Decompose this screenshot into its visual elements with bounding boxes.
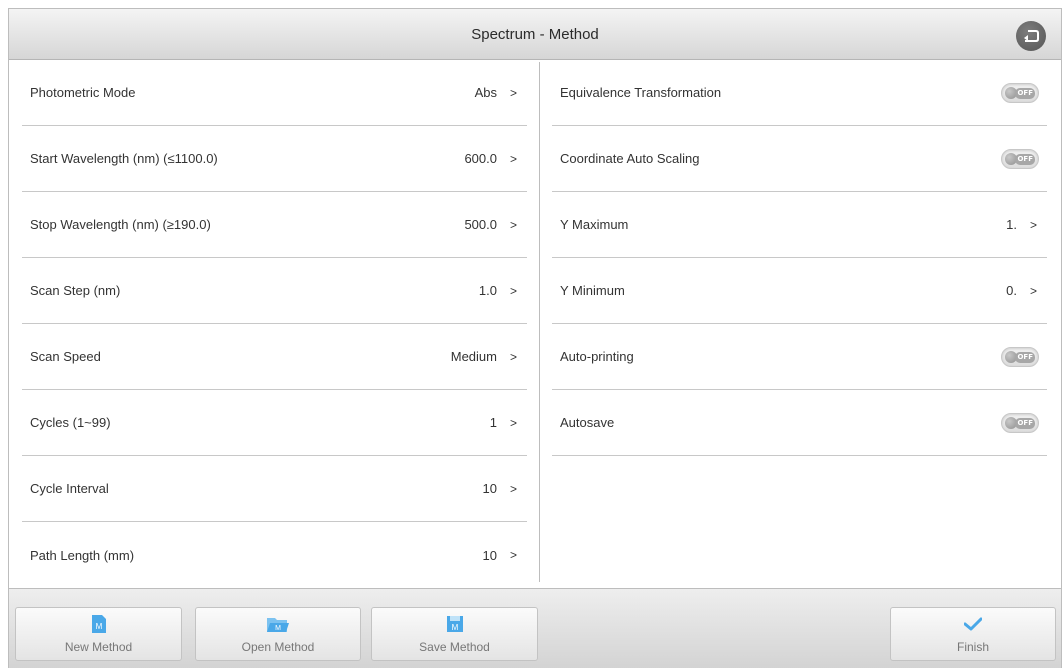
row-cycle-interval[interactable]: Cycle Interval 10 > bbox=[22, 456, 527, 522]
auto-printing-toggle[interactable]: OFF bbox=[1001, 346, 1039, 367]
row-label: Auto-printing bbox=[560, 349, 634, 364]
chevron-right-icon: > bbox=[509, 283, 517, 298]
row-label: Cycle Interval bbox=[30, 481, 109, 496]
row-label: Start Wavelength (nm) (≤1100.0) bbox=[30, 151, 218, 166]
finish-label: Finish bbox=[956, 640, 989, 654]
row-equivalence-transformation: Equivalence Transformation OFF bbox=[552, 60, 1047, 126]
row-value: 600.0 bbox=[464, 151, 497, 166]
chevron-right-icon: > bbox=[509, 217, 517, 232]
row-scan-step[interactable]: Scan Step (nm) 1.0 > bbox=[22, 258, 527, 324]
open-method-button[interactable]: M Open Method bbox=[195, 607, 361, 661]
checkmark-icon bbox=[964, 614, 982, 634]
autosave-toggle[interactable]: OFF bbox=[1001, 412, 1039, 433]
row-value: 1. bbox=[1006, 217, 1017, 232]
row-label: Cycles (1~99) bbox=[30, 415, 111, 430]
coordinate-auto-scaling-toggle[interactable]: OFF bbox=[1001, 148, 1039, 169]
row-label: Path Length (mm) bbox=[30, 547, 135, 563]
row-label: Photometric Mode bbox=[30, 85, 136, 100]
back-button[interactable] bbox=[1016, 21, 1046, 51]
row-y-maximum[interactable]: Y Maximum 1. > bbox=[552, 192, 1047, 258]
back-arrow-icon bbox=[1024, 30, 1039, 42]
row-autosave: Autosave OFF bbox=[552, 390, 1047, 456]
chevron-right-icon: > bbox=[1029, 283, 1037, 298]
row-value: 0. bbox=[1006, 283, 1017, 298]
save-method-label: Save Method bbox=[419, 640, 490, 654]
row-cycles[interactable]: Cycles (1~99) 1 > bbox=[22, 390, 527, 456]
left-settings-column: Photometric Mode Abs > Start Wavelength … bbox=[22, 60, 527, 588]
row-value: 500.0 bbox=[464, 217, 497, 232]
row-coordinate-auto-scaling: Coordinate Auto Scaling OFF bbox=[552, 126, 1047, 192]
chevron-right-icon: > bbox=[509, 85, 517, 100]
row-label: Equivalence Transformation bbox=[560, 85, 722, 100]
row-auto-printing: Auto-printing OFF bbox=[552, 324, 1047, 390]
method-window: Spectrum - Method Photometric Mode Abs >… bbox=[8, 8, 1062, 668]
equivalence-transformation-toggle[interactable]: OFF bbox=[1001, 82, 1039, 103]
row-label: Stop Wavelength (nm) (≥190.0) bbox=[30, 217, 211, 232]
save-disk-icon: M bbox=[446, 614, 463, 634]
row-value: 1 bbox=[489, 415, 497, 430]
row-value: 10 bbox=[482, 547, 497, 563]
row-photometric-mode[interactable]: Photometric Mode Abs > bbox=[22, 60, 527, 126]
save-method-button[interactable]: M Save Method bbox=[371, 607, 538, 661]
toggle-state: OFF bbox=[1015, 153, 1035, 165]
row-label: Coordinate Auto Scaling bbox=[560, 151, 700, 166]
title-bar: Spectrum - Method bbox=[9, 9, 1061, 60]
icon-letter: M bbox=[95, 622, 102, 631]
chevron-right-icon: > bbox=[509, 548, 517, 562]
row-label: Y Minimum bbox=[560, 283, 625, 298]
open-method-label: Open Method bbox=[241, 640, 315, 654]
row-label: Scan Speed bbox=[30, 349, 101, 364]
chevron-right-icon: > bbox=[509, 349, 517, 364]
finish-button[interactable]: Finish bbox=[890, 607, 1056, 661]
icon-letter: M bbox=[275, 625, 281, 632]
row-y-minimum[interactable]: Y Minimum 0. > bbox=[552, 258, 1047, 324]
new-method-button[interactable]: M New Method bbox=[15, 607, 182, 661]
row-start-wavelength[interactable]: Start Wavelength (nm) (≤1100.0) 600.0 > bbox=[22, 126, 527, 192]
row-value: 10 bbox=[482, 481, 497, 496]
row-value: Medium bbox=[450, 349, 497, 364]
new-method-label: New Method bbox=[64, 640, 133, 654]
open-folder-icon: M bbox=[267, 614, 289, 634]
settings-panel: Photometric Mode Abs > Start Wavelength … bbox=[9, 60, 1061, 588]
window-title: Spectrum - Method bbox=[471, 25, 599, 43]
chevron-right-icon: > bbox=[509, 151, 517, 166]
new-file-icon: M bbox=[91, 614, 106, 634]
row-label: Autosave bbox=[560, 415, 615, 430]
right-settings-column: Equivalence Transformation OFF Coordinat… bbox=[552, 60, 1047, 456]
toggle-state: OFF bbox=[1015, 87, 1035, 99]
row-value: 1.0 bbox=[478, 283, 497, 298]
bottom-toolbar: M New Method M Open Method M Save Method… bbox=[9, 588, 1061, 668]
row-path-length[interactable]: Path Length (mm) 10 > bbox=[22, 522, 527, 588]
row-label: Scan Step (nm) bbox=[30, 283, 121, 298]
chevron-right-icon: > bbox=[509, 415, 517, 430]
row-scan-speed[interactable]: Scan Speed Medium > bbox=[22, 324, 527, 390]
chevron-right-icon: > bbox=[509, 481, 517, 496]
row-value: Abs bbox=[474, 85, 497, 100]
icon-letter: M bbox=[451, 623, 458, 632]
toggle-state: OFF bbox=[1015, 417, 1035, 429]
row-label: Y Maximum bbox=[560, 217, 629, 232]
column-divider bbox=[539, 62, 540, 582]
chevron-right-icon: > bbox=[1029, 217, 1037, 232]
toggle-state: OFF bbox=[1015, 351, 1035, 363]
row-stop-wavelength[interactable]: Stop Wavelength (nm) (≥190.0) 500.0 > bbox=[22, 192, 527, 258]
